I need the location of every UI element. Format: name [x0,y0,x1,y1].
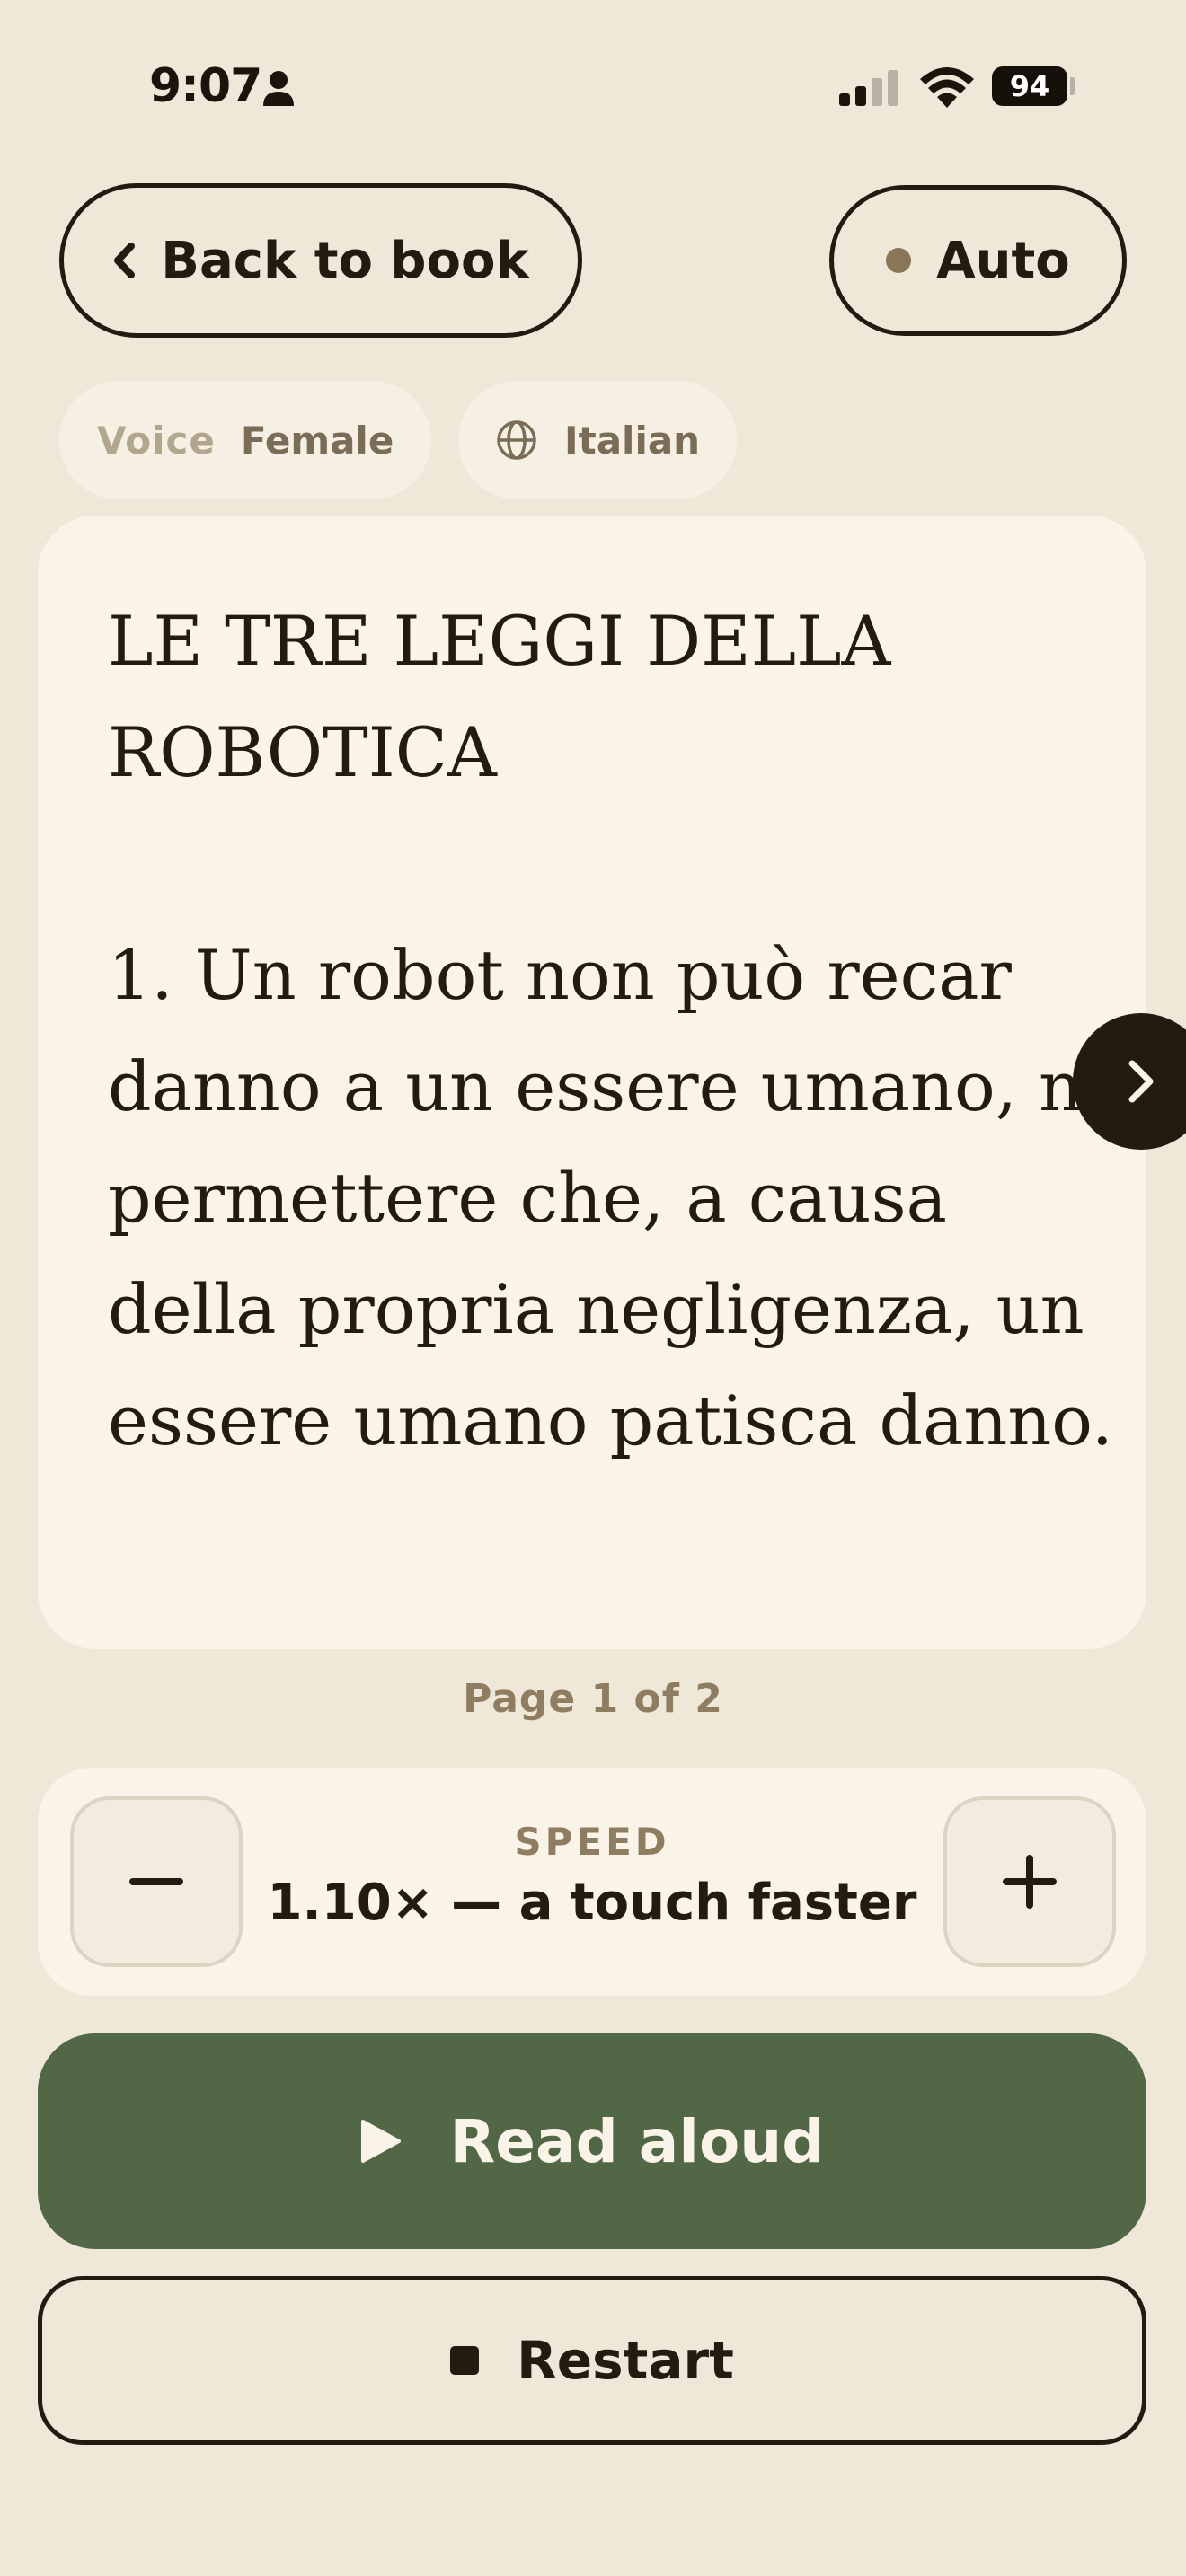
speed-increase-button[interactable] [943,1796,1116,1967]
language-chip[interactable]: Italian [458,381,737,499]
restart-button[interactable]: Restart [38,2276,1146,2445]
battery-indicator: 94 [992,66,1067,106]
chevron-right-icon [1128,1060,1154,1103]
restart-label: Restart [517,2330,734,2391]
auto-label: Auto [936,231,1070,290]
speed-control: SPEED 1.10× — a touch faster [38,1768,1146,1996]
language-chip-label: Italian [564,418,701,463]
wifi-icon [920,66,974,111]
page-indicator: Page 1 of 2 [463,1676,723,1722]
chevron-left-icon [112,243,136,278]
reader-screen: 9:07 94 Back to book Auto Voice Female I… [0,0,1186,2576]
reading-text: LE TRE LEGGI DELLA ROBOTICA 1. Un robot … [108,586,1132,1477]
voice-chip[interactable]: Voice Female [59,381,431,499]
person-icon [262,70,295,110]
read-aloud-label: Read aloud [449,2106,825,2176]
plus-icon [1003,1855,1057,1909]
stop-icon [450,2346,480,2375]
status-time: 9:07 [149,59,262,113]
signal-icon [839,70,900,110]
auto-button[interactable]: Auto [829,185,1127,336]
back-to-book-button[interactable]: Back to book [59,183,582,338]
reading-card: LE TRE LEGGI DELLA ROBOTICA 1. Un robot … [38,516,1146,1649]
auto-status-dot [886,248,912,273]
voice-chip-value: Female [240,418,394,463]
reading-title: LE TRE LEGGI DELLA ROBOTICA [108,601,891,792]
battery-tip [1070,77,1075,95]
read-aloud-button[interactable]: Read aloud [38,2033,1146,2249]
status-bar: 9:07 94 [0,0,1186,171]
play-icon [361,2120,402,2163]
globe-icon [497,420,536,460]
reading-body: 1. Un robot non può recar danno a un ess… [108,935,1123,1460]
voice-chip-key: Voice [97,418,216,463]
back-to-book-label: Back to book [161,231,529,290]
